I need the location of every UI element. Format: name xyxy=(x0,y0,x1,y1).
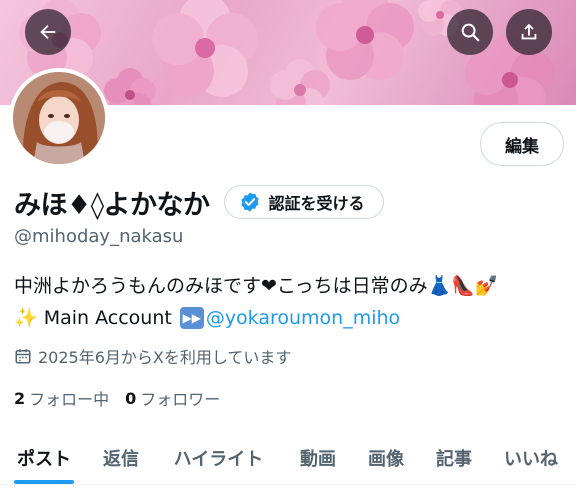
tab-videos[interactable]: 動画 xyxy=(298,432,338,484)
tabs-divider xyxy=(0,484,576,485)
tab-articles[interactable]: 記事 xyxy=(434,432,474,484)
get-verified-button[interactable]: 認証を受ける xyxy=(223,185,384,219)
user-handle: @mihoday_nakasu xyxy=(14,226,184,247)
name-row: みほ♦︎◊よかなか 認証を受ける xyxy=(14,182,384,222)
bio: 中洲よかろうもんのみほです❤︎こっちは日常のみ👗👠💅 ✨ Main Accoun… xyxy=(14,270,574,334)
bio-mention-link[interactable]: @yokaroumon_miho xyxy=(206,302,400,334)
edit-profile-button[interactable]: 編集 xyxy=(480,122,564,166)
following-label: フォロー中 xyxy=(29,390,110,409)
bio-line-2: ✨ Main Account ▶▶ @yokaroumon_miho xyxy=(14,302,574,334)
share-icon xyxy=(521,23,537,40)
tab-likes[interactable]: いいね xyxy=(501,432,561,484)
tab-replies[interactable]: 返信 xyxy=(101,432,141,484)
share-button[interactable] xyxy=(506,9,552,55)
profile-tabs: ポスト 返信 ハイライト 動画 画像 記事 いいね xyxy=(0,432,576,484)
followers-label: フォロワー xyxy=(140,390,221,409)
avatar-photo xyxy=(13,72,105,164)
bio-line-1: 中洲よかろうもんのみほです❤︎こっちは日常のみ👗👠💅 xyxy=(14,275,499,297)
search-button[interactable] xyxy=(447,9,493,55)
joined-date: 2025年6月からXを利用しています xyxy=(14,344,291,368)
tab-highlights[interactable]: ハイライト xyxy=(168,432,269,484)
get-verified-label: 認証を受ける xyxy=(268,194,365,213)
avatar[interactable] xyxy=(9,68,109,168)
joined-text: 2025年6月からXを利用しています xyxy=(38,348,292,367)
tab-posts[interactable]: ポスト xyxy=(14,432,74,484)
following-count: 2 xyxy=(14,388,26,408)
followers-count: 0 xyxy=(125,388,137,408)
fast-forward-icon: ▶▶ xyxy=(179,307,204,329)
follow-stats: 2 フォロー中 0 フォロワー xyxy=(14,386,236,410)
bio-line-2-text: ✨ Main Account xyxy=(14,307,172,329)
followers-link[interactable]: 0 フォロワー xyxy=(125,386,220,410)
following-link[interactable]: 2 フォロー中 xyxy=(14,386,109,410)
back-button[interactable] xyxy=(25,9,71,55)
display-name: みほ♦︎◊よかなか xyxy=(14,189,210,221)
arrow-left-icon xyxy=(40,24,56,40)
tab-images[interactable]: 画像 xyxy=(366,432,406,484)
verified-badge-icon xyxy=(239,191,261,213)
calendar-icon xyxy=(14,347,32,365)
search-icon xyxy=(461,23,480,42)
